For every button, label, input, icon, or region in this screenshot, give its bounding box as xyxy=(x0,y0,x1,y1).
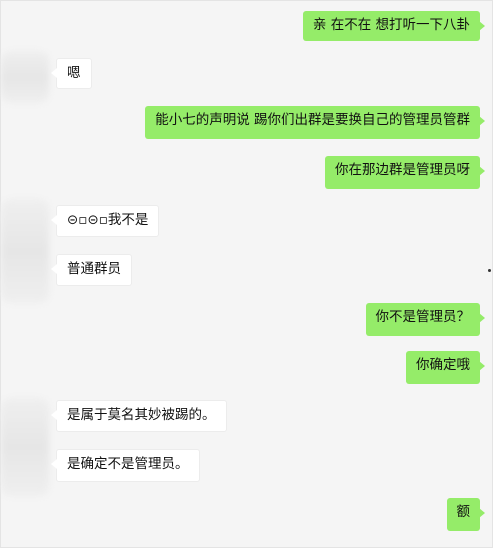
message-bubble-incoming[interactable]: 普通群员 xyxy=(51,254,132,286)
message-bubble-outgoing[interactable]: 能小七的声明说 踢你们出群是要换自己的管理员管群 xyxy=(145,106,485,139)
chat-window: 亲 在不在 想打听一下八卦 嗯 能小七的声明说 踢你们出群是要换自己的管理员管群… xyxy=(0,0,493,548)
message-bubble-outgoing[interactable]: 你不是管理员？ xyxy=(365,303,485,336)
avatar[interactable] xyxy=(1,51,49,103)
scroll-indicator-dot xyxy=(488,269,491,272)
message-bubble-outgoing[interactable]: 亲 在不在 想打听一下八卦 xyxy=(302,11,486,41)
message-bubble-incoming[interactable]: 是确定不是管理员。 xyxy=(51,449,200,482)
message-bubble-outgoing[interactable]: 你确定哦 xyxy=(406,351,485,384)
message-bubble-incoming[interactable]: 是属于莫名其妙被踢的。 xyxy=(51,400,227,432)
message-bubble-incoming[interactable]: 嗯 xyxy=(51,58,92,89)
message-bubble-incoming[interactable]: ⊝▫⊝▫我不是 xyxy=(50,205,160,237)
message-bubble-outgoing[interactable]: 你在那边群是管理员呀 xyxy=(325,156,485,189)
message-bubble-outgoing[interactable]: 额 xyxy=(446,498,485,531)
avatar[interactable] xyxy=(1,199,49,303)
avatar[interactable] xyxy=(1,398,49,496)
